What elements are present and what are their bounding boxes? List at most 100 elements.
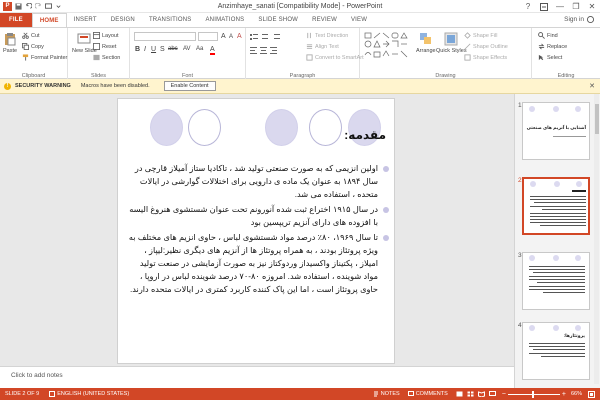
customize-qat-icon[interactable]: [55, 3, 62, 10]
minimize-button[interactable]: —: [552, 0, 568, 13]
slide-thumbnail-3[interactable]: [522, 252, 590, 310]
view-buttons[interactable]: [456, 391, 496, 397]
italic-icon[interactable]: I: [144, 46, 146, 53]
zoom-track[interactable]: [507, 390, 560, 398]
reset-button[interactable]: Reset: [93, 43, 116, 50]
shape-effects-button[interactable]: Shape Effects: [464, 54, 507, 61]
zoom-in-icon[interactable]: +: [562, 391, 566, 398]
underline-icon[interactable]: U: [151, 46, 156, 53]
zoom-thumb[interactable]: [531, 390, 534, 398]
comment-icon: [407, 391, 414, 396]
slide-thumbnails-pane: 1 آشنایی با آنزیم های صنعتی 2 3 4 پروتئا…: [514, 94, 600, 388]
thumbnails-scrollbar[interactable]: [594, 94, 599, 384]
shadow-icon[interactable]: S: [160, 46, 165, 53]
save-icon[interactable]: [15, 2, 22, 10]
ribbon-display-options-button[interactable]: [536, 0, 552, 13]
slide-thumbnail-2[interactable]: [522, 177, 590, 235]
shapes-gallery-icon[interactable]: [364, 32, 414, 62]
tab-review[interactable]: REVIEW: [305, 13, 344, 27]
slide-thumbnail-1[interactable]: آشنایی با آنزیم های صنعتی: [522, 102, 590, 160]
copy-button[interactable]: Copy: [22, 43, 44, 50]
tab-home[interactable]: HOME: [31, 13, 67, 27]
slideshow-start-icon[interactable]: [45, 2, 52, 10]
zoom-out-icon[interactable]: −: [502, 391, 506, 398]
slide-title[interactable]: مقدمه:: [344, 128, 386, 142]
quick-styles-button[interactable]: Quick Styles: [436, 32, 467, 54]
close-button[interactable]: ✕: [584, 0, 600, 13]
slide-thumbnail-4[interactable]: پروتئازها:: [522, 322, 590, 380]
align-text-button[interactable]: Align Text: [306, 43, 339, 50]
section-icon: [93, 54, 100, 61]
fit-to-window-button[interactable]: [588, 390, 595, 398]
enable-content-button[interactable]: Enable Content: [163, 81, 216, 91]
slideshow-view-icon[interactable]: [488, 391, 496, 397]
tab-insert[interactable]: INSERT: [67, 13, 104, 27]
powerpoint-logo-icon: P: [3, 1, 12, 11]
language-status[interactable]: ENGLISH (UNITED STATES): [49, 391, 129, 397]
section-button[interactable]: Section: [93, 54, 120, 61]
find-button[interactable]: Find: [538, 32, 558, 39]
reading-view-icon[interactable]: [477, 391, 485, 397]
bullet-paragraph: اولین انزیمی که به صورت صنعتی تولید شد ،…: [128, 162, 390, 201]
thumb-line: [530, 219, 586, 220]
arrange-button[interactable]: Arrange: [416, 32, 436, 54]
text-direction-button[interactable]: Text Direction: [306, 32, 348, 39]
align-buttons-icon[interactable]: [250, 46, 290, 54]
signin-link[interactable]: Sign in: [564, 16, 594, 23]
strikethrough-icon[interactable]: abc: [168, 46, 178, 52]
normal-view-icon[interactable]: [456, 391, 463, 397]
clear-formatting-icon[interactable]: A: [237, 33, 242, 40]
align-text-label: Align Text: [315, 43, 339, 50]
tab-slide-show[interactable]: SLIDE SHOW: [251, 13, 305, 27]
notes-toggle[interactable]: NOTES: [373, 391, 400, 397]
tab-view[interactable]: VIEW: [344, 13, 374, 27]
format-painter-button[interactable]: Format Painter: [22, 54, 67, 61]
thumb-circle: [575, 106, 581, 112]
thumb-line: [542, 209, 586, 210]
comments-toggle[interactable]: COMMENTS: [407, 391, 448, 397]
tab-transitions[interactable]: TRANSITIONS: [142, 13, 199, 27]
layout-button[interactable]: Layout: [93, 32, 119, 39]
thumbnail-title: پروتئازها:: [563, 333, 585, 338]
thumb-line: [543, 292, 585, 293]
shape-fill-button[interactable]: Shape Fill: [464, 32, 497, 39]
paste-button[interactable]: Paste: [3, 32, 17, 54]
thumb-circle: [575, 325, 581, 331]
thumb-circle: [553, 255, 559, 261]
thumbnails-scrollbar-thumb[interactable]: [595, 104, 599, 134]
help-button[interactable]: ?: [520, 0, 536, 13]
slide-body-text[interactable]: اولین انزیمی که به صورت صنعتی تولید شد ،…: [128, 162, 390, 298]
zoom-level[interactable]: 66%: [571, 391, 582, 397]
cut-label: Cut: [31, 32, 40, 39]
cut-button[interactable]: Cut: [22, 32, 40, 39]
shrink-font-icon[interactable]: A: [229, 34, 233, 40]
undo-icon[interactable]: [25, 2, 32, 10]
tab-animations[interactable]: ANIMATIONS: [198, 13, 251, 27]
arrange-icon: [419, 33, 431, 44]
current-slide[interactable]: مقدمه: اولین انزیمی که به صورت صنعتی تول…: [117, 98, 395, 364]
font-name-dropdown[interactable]: [134, 32, 196, 41]
list-buttons-icon[interactable]: [250, 33, 290, 41]
grow-font-icon[interactable]: A: [221, 33, 226, 40]
convert-smartart-button[interactable]: Convert to SmartArt: [306, 54, 364, 61]
paragraph-group: Text Direction Align Text Convert to Sma…: [246, 28, 364, 80]
tab-file[interactable]: FILE: [0, 13, 32, 27]
slide-sorter-icon[interactable]: [467, 391, 474, 397]
smiley-icon[interactable]: [587, 16, 594, 23]
redo-icon[interactable]: [35, 2, 42, 10]
zoom-slider[interactable]: − +: [502, 390, 566, 398]
security-close-button[interactable]: ✕: [589, 82, 595, 90]
font-group: A A A B I U S abc AV Aa A Font: [130, 28, 246, 80]
font-size-dropdown[interactable]: [198, 32, 218, 41]
font-color-icon[interactable]: A: [210, 46, 215, 55]
character-spacing-icon[interactable]: AV: [183, 46, 191, 52]
notes-pane[interactable]: Click to add notes: [0, 366, 514, 388]
select-button[interactable]: Select: [538, 54, 562, 61]
replace-button[interactable]: Replace: [538, 43, 567, 50]
shape-outline-button[interactable]: Shape Outline: [464, 43, 508, 50]
thumb-line: [529, 353, 585, 354]
restore-button[interactable]: ❐: [568, 0, 584, 13]
tab-design[interactable]: DESIGN: [104, 13, 142, 27]
change-case-icon[interactable]: Aa: [196, 46, 203, 52]
bold-icon[interactable]: B: [135, 46, 140, 53]
